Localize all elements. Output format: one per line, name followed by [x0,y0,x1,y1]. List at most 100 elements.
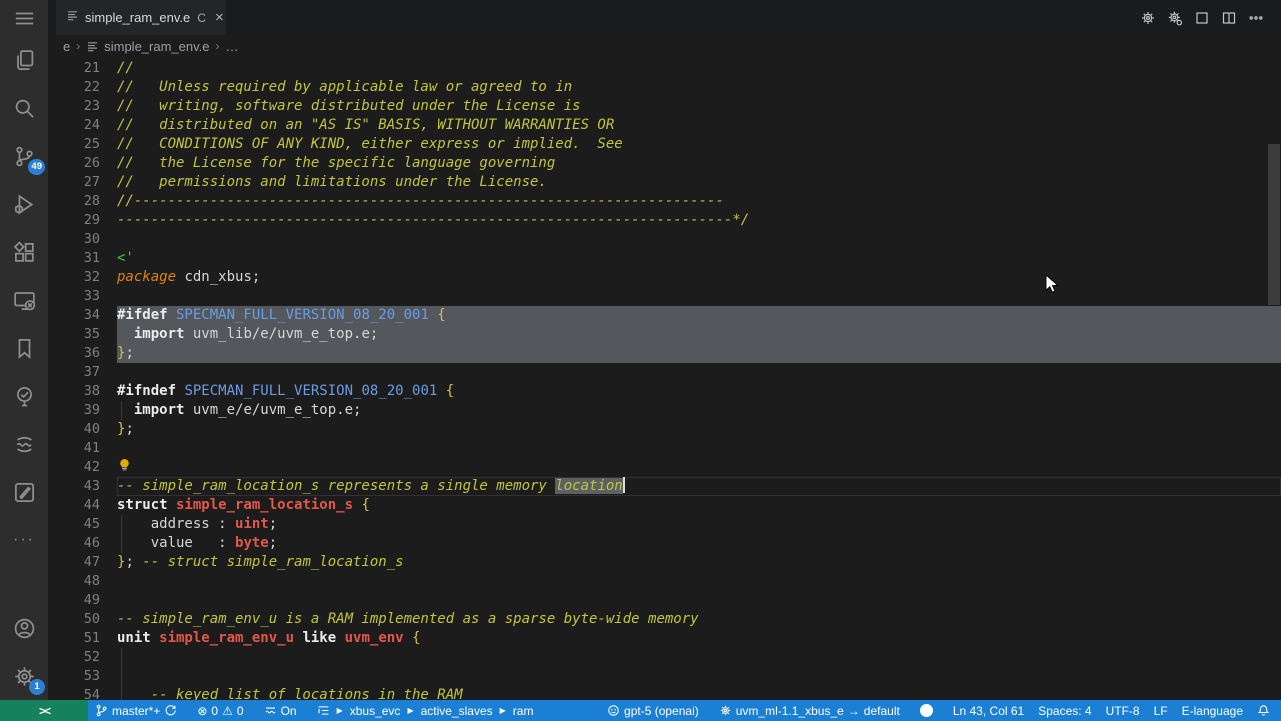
code-line[interactable]: 42 [48,458,1281,477]
code-line[interactable]: 44struct simple_ram_location_s { [48,496,1281,515]
indentation-status[interactable]: Spaces: 4 [1031,700,1098,721]
breadcrumb-file[interactable]: simple_ram_env.e [86,39,209,54]
code-line[interactable]: 22// Unless required by applicable law o… [48,78,1281,97]
source-control-icon[interactable]: 49 [0,132,48,180]
code-line[interactable]: 34#ifdef SPECMAN_FULL_VERSION_08_20_001 … [48,306,1281,325]
code-line[interactable]: 24// distributed on an "AS IS" BASIS, WI… [48,116,1281,135]
cursor-position-status[interactable]: Ln 43, Col 61 [946,700,1031,721]
line-number[interactable]: 21 [48,59,100,78]
code-line[interactable]: 43-- simple_ram_location_s represents a … [48,477,1281,496]
split-editor-icon[interactable] [1215,4,1242,31]
code-line[interactable]: 36}; [48,344,1281,363]
line-number[interactable]: 24 [48,116,100,135]
line-number[interactable]: 22 [48,78,100,97]
code-line[interactable]: 37 [48,363,1281,382]
code-line[interactable]: 26// the License for the specific langua… [48,154,1281,173]
eol-status[interactable]: LF [1147,700,1175,721]
line-number[interactable]: 33 [48,287,100,306]
code-editor[interactable]: 21//22// Unless required by applicable l… [48,57,1281,700]
scope-hierarchy-status[interactable]: ▶ xbus_evc ▶ active_slaves ▶ ram [310,700,541,721]
git-branch-status[interactable]: master*+ [88,700,184,721]
test-tree-icon[interactable] [0,372,48,420]
settings-gear-action-icon[interactable] [1134,4,1161,31]
notifications-bell-icon[interactable] [1250,700,1277,721]
line-number[interactable]: 44 [48,496,100,515]
code-line[interactable]: 46 value : byte; [48,534,1281,553]
close-icon[interactable]: × [215,10,224,25]
line-number[interactable]: 30 [48,230,100,249]
menu-hamburger-icon[interactable] [0,0,48,36]
line-number[interactable]: 29 [48,211,100,230]
line-number[interactable]: 52 [48,648,100,667]
waves-icon[interactable] [0,420,48,468]
problems-status[interactable]: ⊗ 0 ⚠ 0 [190,700,250,721]
line-number[interactable]: 23 [48,97,100,116]
code-line[interactable]: 50-- simple_ram_env_u is a RAM implement… [48,610,1281,629]
code-line[interactable]: 35 import uvm_lib/e/uvm_e_top.e; [48,325,1281,344]
code-line[interactable]: 28//------------------------------------… [48,192,1281,211]
code-line[interactable]: 45 address : uint; [48,515,1281,534]
line-number[interactable]: 25 [48,135,100,154]
code-line[interactable]: 30 [48,230,1281,249]
line-number[interactable]: 27 [48,173,100,192]
code-line[interactable]: 54 -- keyed list of locations in the RAM [48,686,1281,700]
code-line[interactable]: 40}; [48,420,1281,439]
code-line[interactable]: 49 [48,591,1281,610]
breadcrumb-symbol[interactable]: … [226,39,239,54]
lightbulb-icon[interactable] [117,459,132,475]
settings-gear-icon[interactable]: 1 [0,652,48,700]
line-number[interactable]: 45 [48,515,100,534]
code-line[interactable]: 39 import uvm_e/e/uvm_e_top.e; [48,401,1281,420]
remote-indicator[interactable]: >< [0,700,88,721]
line-number[interactable]: 40 [48,420,100,439]
line-number[interactable]: 36 [48,344,100,363]
encoding-status[interactable]: UTF-8 [1099,700,1147,721]
code-line[interactable]: 33 [48,287,1281,306]
filter-status[interactable]: On [257,700,304,721]
config-status[interactable]: uvm_ml-1.1_xbus_e → default [712,700,907,721]
customize-layout-icon[interactable] [1188,4,1215,31]
line-number[interactable]: 43 [48,477,100,496]
bookmarks-icon[interactable] [0,324,48,372]
line-number[interactable]: 51 [48,629,100,648]
line-number[interactable]: 48 [48,572,100,591]
account-icon[interactable] [0,604,48,652]
more-actions-icon[interactable] [1242,4,1269,31]
line-number[interactable]: 31 [48,249,100,268]
line-number[interactable]: 53 [48,667,100,686]
language-mode-status[interactable]: E-language [1175,700,1250,721]
code-line[interactable]: 25// CONDITIONS OF ANY KIND, either expr… [48,135,1281,154]
code-line[interactable]: 27// permissions and limitations under t… [48,173,1281,192]
code-line[interactable]: 47}; -- struct simple_ram_location_s [48,553,1281,572]
extensions-icon[interactable] [0,228,48,276]
code-line[interactable]: 52 [48,648,1281,667]
line-number[interactable]: 38 [48,382,100,401]
line-number[interactable]: 54 [48,686,100,700]
code-line[interactable]: 38#ifndef SPECMAN_FULL_VERSION_08_20_001… [48,382,1281,401]
line-number[interactable]: 46 [48,534,100,553]
explorer-icon[interactable] [0,36,48,84]
code-line[interactable]: 32package cdn_xbus; [48,268,1281,287]
breadcrumb-root[interactable]: e [63,39,70,54]
scrollbar[interactable] [1268,144,1280,305]
line-number[interactable]: 28 [48,192,100,211]
configure-gear-icon[interactable] [1161,4,1188,31]
code-line[interactable]: 53 [48,667,1281,686]
line-number[interactable]: 35 [48,325,100,344]
code-line[interactable]: 23// writing, software distributed under… [48,97,1281,116]
line-number[interactable]: 47 [48,553,100,572]
run-debug-icon[interactable] [0,180,48,228]
line-number[interactable]: 26 [48,154,100,173]
line-number[interactable]: 49 [48,591,100,610]
line-number[interactable]: 42 [48,458,100,477]
language-status-circle[interactable] [913,700,940,721]
more-views-icon[interactable]: ··· [0,516,48,564]
line-number[interactable]: 41 [48,439,100,458]
line-number[interactable]: 37 [48,363,100,382]
line-number[interactable]: 50 [48,610,100,629]
remote-explorer-icon[interactable] [0,276,48,324]
line-number[interactable]: 32 [48,268,100,287]
notebook-rocket-icon[interactable] [0,468,48,516]
search-icon[interactable] [0,84,48,132]
code-line[interactable]: 31<' [48,249,1281,268]
